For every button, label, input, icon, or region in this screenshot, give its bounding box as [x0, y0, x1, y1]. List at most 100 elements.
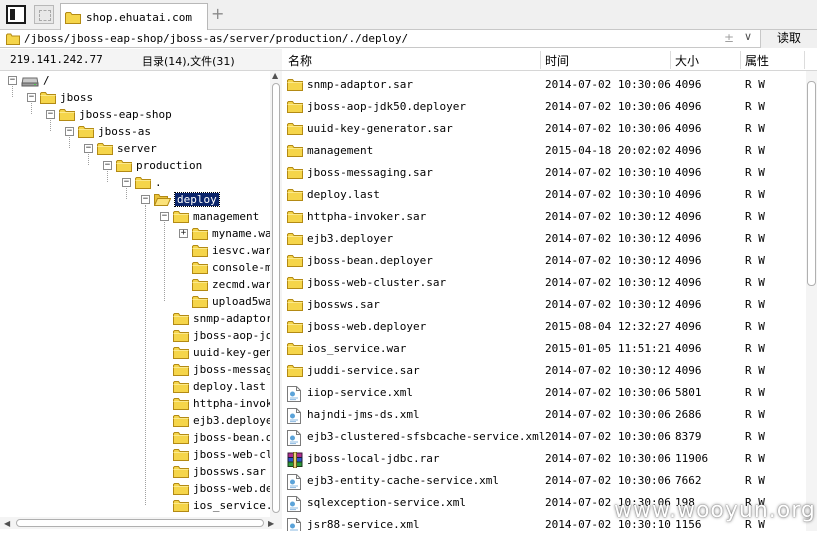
collapse-toggle[interactable]: − — [46, 110, 55, 119]
table-row[interactable]: jboss-aop-jdk50.deployer 2014-07-02 10:30… — [282, 96, 802, 118]
table-row[interactable]: jboss-local-jdbc.rar 2014-07-02 10:30:06 1… — [282, 448, 802, 470]
table-row[interactable]: jboss-bean.deployer 2014-07-02 10:30:12 40… — [282, 250, 802, 272]
collapse-toggle[interactable]: − — [160, 212, 169, 221]
table-row[interactable]: jboss-web-cluster.sar 2014-07-02 10:30:12… — [282, 272, 802, 294]
column-divider[interactable] — [804, 51, 805, 69]
expand-toggle[interactable]: + — [179, 229, 188, 238]
chevron-down-icon[interactable]: ∨ — [744, 30, 752, 43]
add-tab-button[interactable]: + — [211, 4, 224, 23]
table-row[interactable]: management 2015-04-18 20:02:02 4096 R W — [282, 140, 802, 162]
table-row[interactable]: jbossws.sar 2014-07-02 10:30:12 4096 R W — [282, 294, 802, 316]
tree-node[interactable]: snmp-adaptor — [173, 310, 272, 327]
item-counts: 目录(14),文件(31) — [142, 55, 235, 68]
cell-time: 2014-07-02 10:30:06 — [545, 408, 671, 421]
list-vertical-scrollbar[interactable] — [806, 71, 817, 531]
collapse-toggle[interactable]: − — [8, 76, 17, 85]
column-time[interactable]: 时间 — [545, 52, 569, 69]
table-row[interactable]: ejb3-entity-cache-service.xml 2014-07-02 … — [282, 470, 802, 492]
table-row[interactable]: juddi-service.sar 2014-07-02 10:30:12 4096… — [282, 360, 802, 382]
split-icon[interactable]: ± — [724, 31, 734, 45]
path-input[interactable] — [24, 30, 724, 47]
tree-node[interactable]: console-m — [192, 259, 272, 276]
scroll-right-icon[interactable]: ▶ — [268, 519, 274, 528]
list-scroll-thumb[interactable] — [807, 81, 816, 286]
cell-time: 2014-07-02 10:30:06 — [545, 430, 671, 443]
table-row[interactable]: deploy.last 2014-07-02 10:30:10 4096 R W — [282, 184, 802, 206]
collapse-toggle[interactable]: − — [103, 161, 112, 170]
tree-node[interactable]: / — [21, 72, 50, 89]
tree-node[interactable]: jboss-aop-jdk — [173, 327, 279, 344]
tree-node[interactable]: jboss-web-cl — [173, 446, 272, 463]
tree-node[interactable]: ejb3.deploye — [173, 412, 272, 429]
tree-node[interactable]: . — [135, 174, 162, 191]
tree-hscroll-thumb[interactable] — [16, 519, 264, 527]
tree-node[interactable]: myname.wa — [192, 225, 272, 242]
tree-horizontal-scrollbar[interactable]: ◀ ▶ — [0, 517, 282, 529]
tree-node[interactable]: deploy.last — [173, 378, 266, 395]
column-size[interactable]: 大小 — [675, 52, 699, 69]
table-row[interactable]: ios_service.war 2015-01-05 11:51:21 4096 R … — [282, 338, 802, 360]
screenshot-button[interactable] — [34, 5, 54, 24]
cell-name: deploy.last — [307, 188, 380, 201]
cell-name: jboss-bean.deployer — [307, 254, 433, 267]
table-row[interactable]: jboss-messaging.sar 2014-07-02 10:30:10 40… — [282, 162, 802, 184]
table-row[interactable]: jboss-web.deployer 2015-08-04 12:32:27 409… — [282, 316, 802, 338]
tree-node[interactable]: uuid-key-gen — [173, 344, 272, 361]
scroll-left-icon[interactable]: ◀ — [4, 519, 10, 528]
folder-icon — [6, 33, 20, 45]
tree-node-label: management — [193, 210, 260, 223]
tree-node[interactable]: httpha-invok — [173, 395, 272, 412]
tree-scroll-thumb[interactable] — [272, 83, 280, 513]
cell-name: jboss-messaging.sar — [307, 166, 433, 179]
folder-icon — [173, 312, 189, 325]
table-row[interactable]: hajndi-jms-ds.xml 2014-07-02 10:30:06 2686… — [282, 404, 802, 426]
tree-node[interactable]: iesvc.war — [192, 242, 272, 259]
tree-node[interactable]: ios_service. — [173, 497, 272, 514]
tree-node[interactable]: jboss-bean.d — [173, 429, 272, 446]
cell-name: jboss-web-cluster.sar — [307, 276, 447, 289]
scroll-up-icon[interactable]: ▲ — [272, 71, 278, 80]
collapse-toggle[interactable]: − — [122, 178, 131, 187]
table-row[interactable]: httpha-invoker.sar 2014-07-02 10:30:12 409… — [282, 206, 802, 228]
folder-icon — [173, 499, 189, 512]
tree-node[interactable]: jboss-messag — [173, 361, 272, 378]
tab-shop[interactable]: shop.ehuatai.com — [60, 3, 208, 30]
collapse-toggle[interactable]: − — [65, 127, 74, 136]
collapse-toggle[interactable]: − — [84, 144, 93, 153]
read-button[interactable]: 读取 — [760, 30, 817, 48]
tree-node[interactable]: upload5wa — [192, 293, 272, 310]
table-row[interactable]: uuid-key-generator.sar 2014-07-02 10:30:0… — [282, 118, 802, 140]
tree-guide-line — [50, 120, 51, 131]
table-row[interactable]: ejb3.deployer 2014-07-02 10:30:12 4096 R W — [282, 228, 802, 250]
tree-node[interactable]: server — [97, 140, 157, 157]
tree-node-label: iesvc.war — [212, 244, 272, 257]
tree-node-label: jboss-messag — [193, 363, 273, 376]
table-row[interactable]: iiop-service.xml 2014-07-02 10:30:06 5801 R… — [282, 382, 802, 404]
tree-node[interactable]: jboss — [40, 89, 93, 106]
folder-icon — [173, 397, 189, 410]
collapse-toggle[interactable]: − — [141, 195, 150, 204]
tree-node[interactable]: production — [116, 157, 202, 174]
tree-node[interactable]: jbossws.sar — [173, 463, 266, 480]
view-toggle-button[interactable] — [6, 5, 26, 24]
tree-node[interactable]: deploy — [154, 191, 220, 208]
file-list[interactable]: snmp-adaptor.sar 2014-07-02 10:30:06 4096 R… — [282, 71, 817, 531]
tree-node[interactable]: zecmd.war — [192, 276, 272, 293]
column-divider[interactable] — [670, 51, 671, 69]
tree-vertical-scrollbar[interactable]: ▲ — [270, 71, 282, 519]
column-divider[interactable] — [540, 51, 541, 69]
directory-tree[interactable]: − / − jboss − jboss-eap-shop − jboss-as − server −… — [0, 71, 282, 519]
cell-time: 2014-07-02 10:30:06 — [545, 386, 671, 399]
folder-open-icon — [154, 193, 171, 206]
column-name[interactable]: 名称 — [288, 52, 312, 69]
folder-icon — [287, 166, 303, 182]
column-divider[interactable] — [740, 51, 741, 69]
tree-node[interactable]: jboss-eap-shop — [59, 106, 172, 123]
column-attr[interactable]: 属性 — [745, 52, 769, 69]
tree-node[interactable]: jboss-web.de — [173, 480, 272, 497]
tree-node[interactable]: management — [173, 208, 259, 225]
collapse-toggle[interactable]: − — [27, 93, 36, 102]
tree-node[interactable]: jboss-as — [78, 123, 151, 140]
table-row[interactable]: ejb3-clustered-sfsbcache-service.xml 2014… — [282, 426, 802, 448]
table-row[interactable]: snmp-adaptor.sar 2014-07-02 10:30:06 4096 R… — [282, 74, 802, 96]
